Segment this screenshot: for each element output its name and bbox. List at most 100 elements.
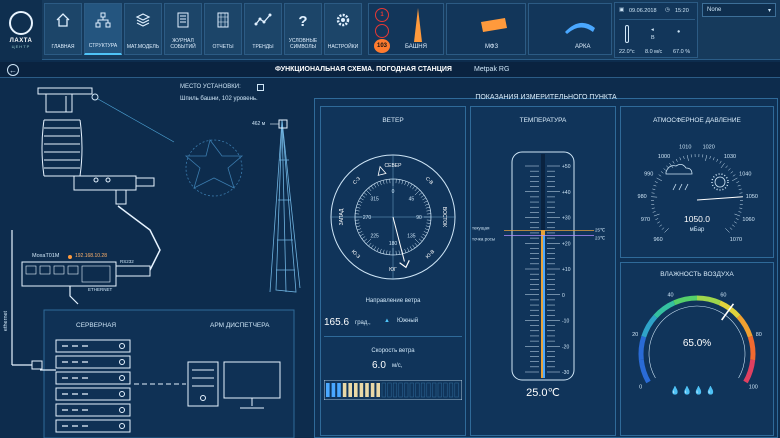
wind-rose-tick: [414, 242, 418, 247]
wind-rose-tick: [382, 180, 385, 185]
wind-speed-label: Скорость ветра: [371, 348, 415, 354]
barometer-tick: [739, 207, 743, 209]
barometer-tick: [736, 181, 740, 183]
wind-rose-tick: [386, 179, 388, 184]
wind-rose-tick: [382, 249, 385, 254]
wind-rose-tick: [409, 246, 413, 251]
wind-rose-tick: [418, 192, 423, 196]
nav-trends-button[interactable]: ТРЕНДЫ: [244, 3, 282, 55]
arm-label: АРМ ДИСПЕТЧЕРА: [210, 322, 270, 329]
dew-point-value: 23℃: [595, 236, 606, 241]
cloud-icon: [665, 164, 693, 175]
wind-rose-tick: [363, 192, 368, 196]
tower-diagram[interactable]: [269, 119, 301, 293]
wind-speed-segment: [409, 382, 414, 398]
barometer-tick: [705, 154, 708, 161]
moxa-device[interactable]: [21, 261, 151, 287]
humidity-title: ВЛАЖНОСТЬ ВОЗДУХА: [660, 271, 734, 278]
wind-rose-tick: [425, 225, 430, 228]
barometer-tick-label: 1050: [746, 194, 758, 200]
ip-indicator: [68, 255, 72, 259]
barometer: 96097098099010001010 10201030104010501060…: [638, 144, 758, 243]
wind-speed-bar: [324, 380, 462, 400]
wind-rose-tick: [426, 222, 431, 224]
install-height: 462 м: [252, 121, 266, 127]
nav-symbols-button[interactable]: ? УСЛОВНЫЕ СИМВОЛЫ: [284, 3, 322, 55]
wind-rose-tick: [412, 244, 416, 249]
wind-speed-segment: [376, 383, 380, 397]
nav-home-button[interactable]: ГЛАВНАЯ: [44, 3, 82, 55]
wind-rose-tick: [422, 197, 427, 201]
server-room-label: СЕРВЕРНАЯ: [76, 322, 117, 329]
tower-status-panel[interactable]: 1 103 БАШНЯ: [368, 3, 444, 55]
wind-degree-label: 315: [370, 197, 379, 203]
barometer-tick-label: 1030: [724, 154, 736, 160]
sun-rays-icon: [711, 173, 729, 191]
mfz-status-panel[interactable]: МФЗ: [446, 3, 526, 55]
wind-dir-label: Направление ветра: [365, 298, 421, 304]
moxa-ip: 192.168.10.28: [75, 253, 107, 259]
wind-dir-value: В: [651, 35, 655, 41]
wind-direction-label: С-В: [424, 176, 435, 187]
gear-icon: [336, 13, 350, 27]
nav-settings-button[interactable]: НАСТРОЙКИ: [324, 3, 362, 55]
wind-rose-tick: [363, 238, 368, 242]
nav-journal-button[interactable]: ЖУРНАЛ СОБЫТИЙ: [164, 3, 202, 55]
info-wind-speed-value: 8.0 м/с: [645, 49, 663, 55]
barometer-tick: [738, 188, 742, 190]
device-name: Metpak RG: [474, 66, 510, 73]
wind-speed-segment: [392, 382, 398, 398]
install-place: Шпиль башни, 102 уровень.: [180, 96, 258, 102]
barometer-tick: [728, 168, 731, 171]
wind-rose-tick: [418, 238, 423, 242]
weather-station-icon[interactable]: [37, 87, 155, 205]
wind-rose: СЕВЕР С-В ВОСТОК Ю-В ЮГ Ю-З ЗАПАД С-З 0 45 90 135 18…: [330, 154, 456, 280]
barometer-tick-label: 1070: [730, 237, 742, 243]
layers-icon: [135, 13, 151, 27]
install-checkbox[interactable]: [257, 84, 264, 91]
back-button[interactable]: ←: [7, 64, 19, 76]
wind-rose-tick: [412, 185, 416, 190]
temperature-value: 25.0℃: [526, 387, 560, 399]
wind-direction-label: ВОСТОК: [441, 207, 447, 227]
barometer-tick: [675, 158, 678, 162]
wind-speed-unit: м/с,: [392, 363, 403, 369]
barometer-tick: [731, 177, 738, 182]
wind-speed-segment: [420, 382, 426, 398]
sensor-marker: [91, 93, 99, 101]
humidity-arc-segment: [653, 300, 676, 319]
structure-icon: [95, 12, 111, 28]
wind-rose-tick: [386, 250, 388, 255]
humidity-tick-label: 0: [639, 385, 642, 391]
wind-rose-tick: [414, 238, 421, 245]
wind-speed-segment: [365, 383, 369, 397]
current-temp-label: текущая: [472, 225, 490, 230]
arka-status-panel[interactable]: АРКА: [528, 3, 612, 55]
wind-rose-tick: [422, 233, 427, 237]
mfz-label: МФЗ: [485, 44, 499, 50]
thermometer-tick-label: +50: [562, 164, 571, 170]
barometer-tick-label: 960: [654, 237, 663, 243]
nav-reports-button[interactable]: ОТЧЕТЫ: [204, 3, 242, 55]
trend-icon: [254, 13, 272, 26]
nav-structure-button[interactable]: СТРУКТУРА: [84, 3, 122, 55]
wind-speed-segment: [448, 382, 454, 398]
wind-speed-segment: [342, 383, 347, 397]
tower-plan-diagram: [184, 139, 244, 197]
nav-model-button[interactable]: МАТ.МОДЕЛЬ: [124, 3, 162, 55]
wind-rose-tick: [373, 246, 377, 251]
wind-rose-tick: [404, 248, 407, 253]
title-bar: ← ФУНКЦИОНАЛЬНАЯ СХЕМА. ПОГОДНАЯ СТАНЦИЯ…: [0, 62, 780, 78]
barometer-needle: [696, 196, 743, 201]
object-select[interactable]: None ▾: [702, 3, 776, 17]
barometer-tick: [709, 155, 711, 159]
arka-building-icon: [565, 22, 595, 34]
humidity-arc-segment: [673, 295, 698, 306]
info-panel: ▣ 09.06.2018 ◷ 15:20 ◂ В ● 22.0°с 8.0 м/…: [614, 2, 698, 58]
barometer-tick: [683, 155, 685, 159]
wind-rose-tick: [409, 183, 413, 188]
barometer-tick: [686, 154, 689, 161]
thermometer-tick-label: -10: [562, 319, 569, 325]
drop-icon: ●: [677, 29, 681, 35]
wind-speed-segment: [381, 382, 386, 398]
